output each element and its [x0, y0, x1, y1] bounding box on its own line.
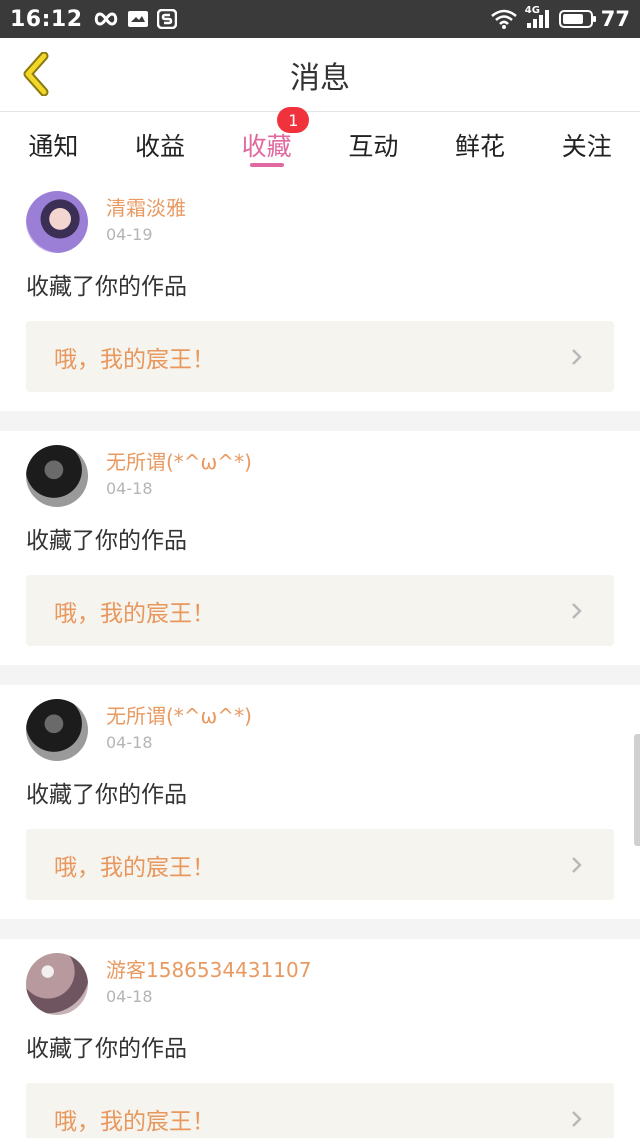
message-card: 无所谓(*^ω^*) 04-18 收藏了你的作品 哦，我的宸王！ [0, 431, 640, 665]
message-header: 无所谓(*^ω^*) 04-18 [26, 445, 614, 507]
status-right-icons: 4G 77 [490, 5, 630, 31]
scrollbar[interactable] [634, 734, 640, 846]
tab-label: 收益 [135, 132, 186, 161]
battery-fill [562, 14, 583, 24]
tab-bar: 通知 收益 收藏 1 互动 鲜花 关注 [0, 107, 640, 177]
header: 消息 [0, 38, 640, 112]
message-date: 04-18 [106, 479, 153, 498]
user-meta: 无所谓(*^ω^*) 04-18 [106, 699, 252, 752]
chevron-right-icon [572, 856, 582, 873]
status-time: 16:12 [10, 6, 83, 32]
message-date: 04-18 [106, 987, 153, 1006]
message-header: 游客1586534431107 04-18 [26, 953, 614, 1015]
divider [0, 665, 640, 685]
page-title: 消息 [290, 60, 350, 96]
work-link[interactable]: 哦，我的宸王！ [26, 575, 614, 646]
message-card: 无所谓(*^ω^*) 04-18 收藏了你的作品 哦，我的宸王！ [0, 685, 640, 919]
status-left-icons [93, 9, 177, 29]
status-bar: 16:12 4G 77 [0, 0, 640, 38]
user-meta: 清霜淡雅 04-19 [106, 191, 186, 244]
tab-flowers[interactable]: 鲜花 [427, 113, 534, 177]
user-meta: 游客1586534431107 04-18 [106, 953, 311, 1006]
battery-percent: 77 [600, 7, 630, 31]
message-date: 04-19 [106, 225, 153, 244]
tab-notice[interactable]: 通知 [0, 113, 107, 177]
username[interactable]: 游客1586534431107 [106, 957, 311, 983]
message-header: 清霜淡雅 04-19 [26, 191, 614, 253]
username[interactable]: 清霜淡雅 [106, 195, 186, 221]
unread-badge: 1 [277, 107, 310, 133]
user-meta: 无所谓(*^ω^*) 04-18 [106, 445, 252, 498]
action-text: 收藏了你的作品 [26, 528, 187, 554]
action-text: 收藏了你的作品 [26, 782, 187, 808]
chevron-right-icon [572, 602, 582, 619]
work-link[interactable]: 哦，我的宸王！ [26, 829, 614, 900]
s-app-icon [156, 9, 177, 29]
tab-label: 互动 [348, 132, 399, 161]
tab-label: 鲜花 [455, 132, 506, 161]
chevron-right-icon [572, 1110, 582, 1127]
tab-follow[interactable]: 关注 [533, 113, 640, 177]
message-date: 04-18 [106, 733, 153, 752]
avatar[interactable] [26, 445, 88, 507]
work-title: 哦，我的宸王！ [54, 854, 215, 881]
tab-income[interactable]: 收益 [107, 113, 214, 177]
work-link[interactable]: 哦，我的宸王！ [26, 321, 614, 392]
action-text: 收藏了你的作品 [26, 1036, 187, 1062]
active-tab-indicator [249, 163, 284, 167]
work-title: 哦，我的宸王！ [54, 1108, 215, 1135]
avatar[interactable] [26, 699, 88, 761]
avatar[interactable] [26, 191, 88, 253]
chevron-right-icon [572, 348, 582, 365]
work-title: 哦，我的宸王！ [54, 600, 215, 627]
message-card: 清霜淡雅 04-19 收藏了你的作品 哦，我的宸王！ [0, 177, 640, 411]
tab-interaction[interactable]: 互动 [320, 113, 427, 177]
divider [0, 411, 640, 431]
back-arrow-icon [23, 52, 49, 96]
action-text: 收藏了你的作品 [26, 274, 187, 300]
username[interactable]: 无所谓(*^ω^*) [106, 449, 252, 475]
message-card: 游客1586534431107 04-18 收藏了你的作品 哦，我的宸王！ [0, 939, 640, 1138]
tab-label: 通知 [28, 132, 79, 161]
message-list: 清霜淡雅 04-19 收藏了你的作品 哦，我的宸王！ 无所谓(*^ω^*) 04… [0, 177, 640, 1138]
battery-icon [558, 10, 596, 28]
message-header: 无所谓(*^ω^*) 04-18 [26, 699, 614, 761]
divider [0, 919, 640, 939]
mail-icon [127, 10, 149, 28]
tab-label: 收藏 [241, 132, 292, 161]
wifi-icon [490, 9, 517, 29]
back-button[interactable] [14, 52, 58, 96]
avatar[interactable] [26, 953, 88, 1015]
tab-label: 关注 [561, 132, 612, 161]
infinity-icon [93, 11, 119, 27]
network-label: 4G [524, 5, 540, 16]
work-title: 哦，我的宸王！ [54, 346, 215, 373]
tab-favorites[interactable]: 收藏 1 [213, 107, 320, 177]
signal-icon: 4G [525, 5, 551, 29]
work-link[interactable]: 哦，我的宸王！ [26, 1083, 614, 1138]
username[interactable]: 无所谓(*^ω^*) [106, 703, 252, 729]
